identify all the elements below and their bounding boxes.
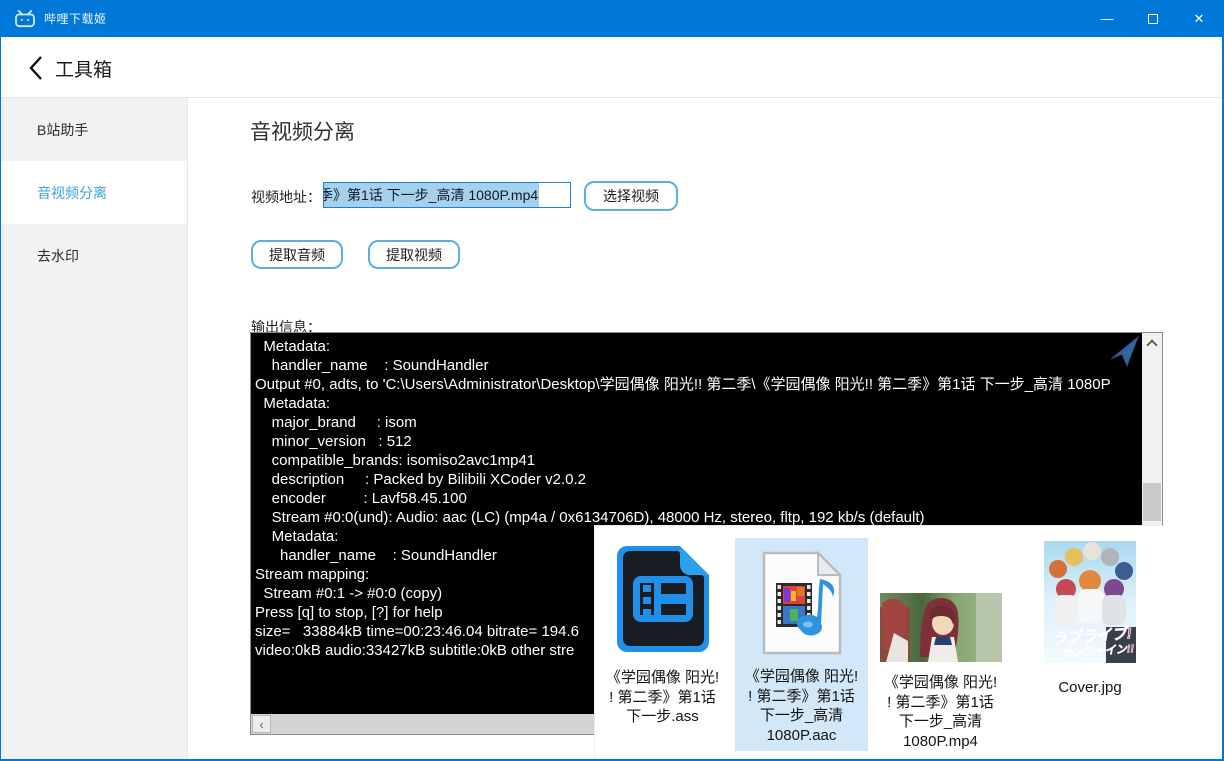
file-item-audio-aac[interactable]: 《学园偶像 阳光! ! 第二季》第1话 下一步_高清 1080P.aac bbox=[735, 538, 868, 751]
back-chevron-icon bbox=[28, 55, 44, 81]
cover-image: ラブライブ! サンシャイン!! bbox=[1044, 541, 1136, 663]
vertical-scroll-thumb[interactable] bbox=[1143, 483, 1161, 521]
file-item-cover-jpg[interactable]: ラブライブ! サンシャイン!! Cover.jpg bbox=[1020, 526, 1160, 698]
close-icon: ✕ bbox=[1194, 11, 1205, 27]
minimize-button[interactable]: — bbox=[1084, 0, 1130, 37]
page-title: 音视频分离 bbox=[250, 116, 355, 146]
titlebar: 哔哩下载姬 — ✕ bbox=[1, 0, 1222, 37]
choose-video-button[interactable]: 选择视频 bbox=[584, 181, 678, 211]
video-thumbnail bbox=[880, 593, 1002, 662]
app-logo-tv-icon bbox=[14, 10, 36, 28]
app-title: 哔哩下载姬 bbox=[44, 10, 107, 27]
maximize-icon bbox=[1148, 14, 1158, 24]
video-path-input[interactable]: 季》第1话 下一步_高清 1080P.mp4 bbox=[323, 182, 571, 208]
scroll-left-button[interactable]: ‹ bbox=[252, 715, 271, 733]
app-window: 哔哩下载姬 — ✕ 工具箱 B站助手 音视频分离 去水印 音视频分离 视频地址：… bbox=[0, 0, 1224, 761]
ass-file-icon bbox=[617, 546, 709, 652]
maximize-button[interactable] bbox=[1130, 0, 1176, 37]
sidebar-item-bilibili-helper[interactable]: B站助手 bbox=[1, 98, 187, 161]
mouse-cursor bbox=[1111, 336, 1139, 368]
back-button[interactable] bbox=[21, 53, 51, 83]
close-button[interactable]: ✕ bbox=[1176, 0, 1222, 37]
selected-input-text: 季》第1话 下一步_高清 1080P.mp4 bbox=[323, 183, 539, 207]
file-name: 《学园偶像 阳光! ! 第二季》第1话 下一步_高清 1080P.aac bbox=[735, 667, 868, 745]
file-item-video-mp4[interactable]: 《学园偶像 阳光! ! 第二季》第1话 下一步_高清 1080P.mp4 bbox=[873, 526, 1008, 751]
chevron-up-icon bbox=[1146, 339, 1157, 350]
extract-video-button[interactable]: 提取视频 bbox=[368, 240, 460, 269]
sidebar-item-remove-watermark[interactable]: 去水印 bbox=[1, 224, 187, 287]
audio-file-icon bbox=[762, 551, 842, 655]
file-name: 《学园偶像 阳光! ! 第二季》第1话 下一步.ass bbox=[595, 668, 730, 727]
file-name: Cover.jpg bbox=[1020, 678, 1160, 698]
header-title: 工具箱 bbox=[55, 55, 112, 82]
scroll-up-button[interactable] bbox=[1142, 333, 1162, 353]
minimize-icon: — bbox=[1101, 11, 1114, 26]
extract-audio-button[interactable]: 提取音频 bbox=[251, 240, 343, 269]
toolbox-header: 工具箱 bbox=[1, 37, 1222, 98]
file-item-subtitle-ass[interactable]: 《学园偶像 阳光! ! 第二季》第1话 下一步.ass bbox=[595, 526, 730, 727]
sidebar: B站助手 音视频分离 去水印 bbox=[1, 98, 188, 761]
sidebar-item-av-separate[interactable]: 音视频分离 bbox=[1, 161, 187, 224]
video-path-label: 视频地址： bbox=[251, 187, 321, 207]
file-name: 《学园偶像 阳光! ! 第二季》第1话 下一步_高清 1080P.mp4 bbox=[873, 673, 1008, 751]
file-explorer-panel: 《学园偶像 阳光! ! 第二季》第1话 下一步.ass bbox=[594, 525, 1164, 761]
